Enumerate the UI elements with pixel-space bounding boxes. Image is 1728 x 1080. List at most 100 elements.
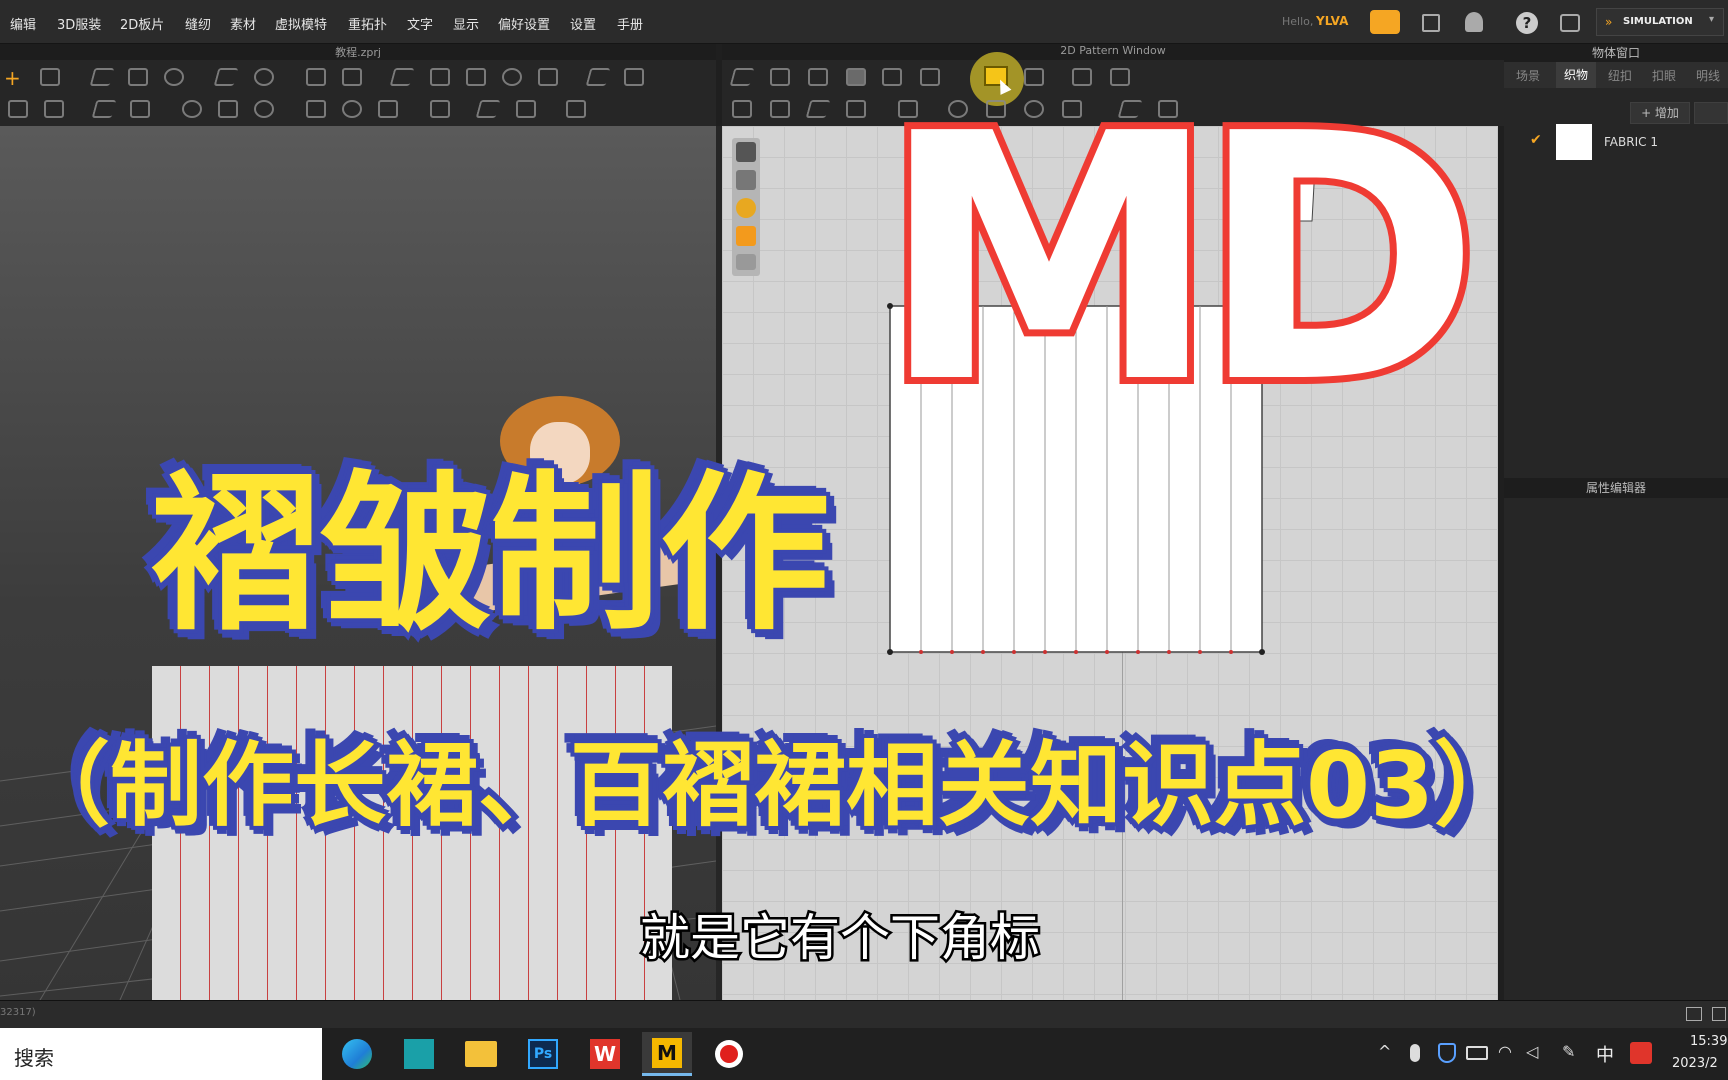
tool-icon[interactable] (306, 68, 326, 86)
ime-indicator[interactable]: 中 (1596, 1041, 1614, 1067)
property-editor-title: 属性编辑器 (1504, 478, 1728, 498)
md-logo: MD (873, 83, 1520, 460)
tab-fabric[interactable]: 织物 (1556, 62, 1596, 88)
menu-2d-pattern[interactable]: 2D板片 (120, 14, 164, 33)
tool-icon[interactable] (430, 68, 450, 86)
file-explorer-icon[interactable] (456, 1032, 506, 1076)
tool-icon[interactable] (89, 68, 115, 86)
tool-icon[interactable] (378, 100, 398, 118)
tool-icon[interactable] (182, 100, 202, 118)
menu-display[interactable]: 显示 (453, 14, 479, 33)
layout-icon[interactable] (1712, 1007, 1726, 1021)
menu-manual[interactable]: 手册 (617, 14, 643, 33)
logo-text: MD (873, 62, 1488, 458)
user-icon[interactable] (1465, 12, 1483, 32)
add-fabric-button[interactable]: + 增加 (1630, 102, 1690, 124)
tool-icon[interactable] (475, 100, 501, 118)
tool-icon[interactable] (770, 100, 790, 118)
object-browser-title: 物体窗口 (1504, 44, 1728, 62)
search-box[interactable]: 搜索 (0, 1028, 322, 1080)
tab-buttonhole[interactable]: 扣眼 (1652, 67, 1676, 84)
user-name: YLVA (1316, 14, 1349, 28)
battery-icon[interactable] (1466, 1046, 1488, 1060)
sogou-icon[interactable] (1630, 1042, 1652, 1064)
select-move-icon[interactable]: + (4, 66, 21, 90)
tool-icon[interactable] (729, 68, 755, 86)
menu-settings[interactable]: 设置 (570, 14, 596, 33)
wifi-icon[interactable]: ◠ (1498, 1042, 1512, 1061)
tab-scene[interactable]: 场景 (1516, 67, 1540, 84)
tool-icon[interactable] (538, 68, 558, 86)
object-tabs: 场景 织物 纽扣 扣眼 明线 (1504, 62, 1728, 88)
menu-edit[interactable]: 编辑 (10, 14, 36, 33)
menu-3d-garment[interactable]: 3D服装 (57, 14, 101, 33)
volume-icon[interactable]: ◁ (1526, 1042, 1538, 1061)
tool-icon[interactable] (846, 100, 866, 118)
record-icon[interactable] (704, 1032, 754, 1076)
menu-retopology[interactable]: 重拓扑 (348, 14, 387, 33)
caption: 就是它有个下角标 (638, 907, 1043, 970)
marvelous-designer-icon[interactable]: M (642, 1032, 692, 1076)
tool-icon[interactable] (342, 100, 362, 118)
tool-icon[interactable] (254, 100, 274, 118)
tool-icon[interactable] (566, 100, 586, 118)
rectangle-icon[interactable] (846, 68, 866, 86)
tool-icon[interactable] (130, 100, 150, 118)
edge-icon[interactable] (332, 1032, 382, 1076)
menu-materials[interactable]: 素材 (230, 14, 256, 33)
tool-icon[interactable] (466, 68, 486, 86)
tool-icon[interactable] (8, 100, 28, 118)
tool-icon[interactable] (808, 68, 828, 86)
tool-icon[interactable] (91, 100, 117, 118)
tool-icon[interactable] (306, 100, 326, 118)
shield-icon[interactable] (1438, 1043, 1456, 1063)
cloud-icon[interactable] (1370, 10, 1400, 34)
tool-icon[interactable] (213, 68, 239, 86)
chevron-icon: » (1605, 15, 1613, 29)
tab-topstitch[interactable]: 明线 (1696, 67, 1720, 84)
microphone-icon[interactable] (1410, 1044, 1420, 1062)
view2d-title: 2D Pattern Window (722, 44, 1504, 60)
tab-button[interactable]: 纽扣 (1608, 67, 1632, 84)
tool-icon[interactable] (128, 68, 148, 86)
menu-avatar[interactable]: 虚拟模特 (275, 14, 327, 33)
tool-icon[interactable] (732, 100, 752, 118)
fabric-list-item[interactable]: ✔ FABRIC 1 (1504, 124, 1728, 160)
tool-icon[interactable] (516, 100, 536, 118)
copy-fabric-button[interactable] (1694, 102, 1728, 124)
tool-icon[interactable] (389, 68, 415, 86)
tool-icon[interactable] (770, 68, 790, 86)
tool-icon[interactable] (218, 100, 238, 118)
clock-date[interactable]: 2023/2 (1672, 1056, 1718, 1071)
tool-icon[interactable] (502, 68, 522, 86)
clock-time[interactable]: 15:39 (1690, 1034, 1727, 1049)
tool-icon[interactable] (44, 100, 64, 118)
tool-icon[interactable] (805, 100, 831, 118)
tool-icon[interactable] (40, 68, 60, 86)
check-icon: ✔ (1530, 132, 1542, 148)
layout-icon[interactable] (1686, 1007, 1702, 1021)
help-icon[interactable]: ? (1516, 12, 1538, 34)
tool-icon[interactable] (585, 68, 611, 86)
chevron-up-icon[interactable]: ^ (1378, 1042, 1391, 1061)
status-text: 32317) (0, 1007, 36, 1018)
video-subtitle: （制作长裙、百褶裙相关知识点03） (16, 732, 1527, 839)
mode-selector[interactable]: » SIMULATION ▾ (1596, 8, 1724, 36)
fabric-swatch (1556, 124, 1592, 160)
speaker-icon[interactable] (1422, 14, 1440, 32)
tool-icon[interactable] (624, 68, 644, 86)
tool-icon[interactable] (342, 68, 362, 86)
photoshop-icon[interactable]: Ps (518, 1032, 568, 1076)
pen-icon[interactable]: ✎ (1562, 1042, 1575, 1061)
tool-icon[interactable] (164, 68, 184, 86)
avatar-icon[interactable] (1560, 14, 1580, 32)
menu-preferences[interactable]: 偏好设置 (498, 14, 550, 33)
menu-text[interactable]: 文字 (407, 14, 433, 33)
tool-icon[interactable] (254, 68, 274, 86)
tool-icon[interactable] (430, 100, 450, 118)
mode-label: SIMULATION (1623, 16, 1693, 27)
3dsmax-icon[interactable] (394, 1032, 444, 1076)
menu-sewing[interactable]: 缝纫 (185, 14, 211, 33)
wps-icon[interactable]: W (580, 1032, 630, 1076)
menu-bar: 编辑 3D服装 2D板片 缝纫 素材 虚拟模特 重拓扑 文字 显示 偏好设置 设… (0, 0, 1728, 44)
